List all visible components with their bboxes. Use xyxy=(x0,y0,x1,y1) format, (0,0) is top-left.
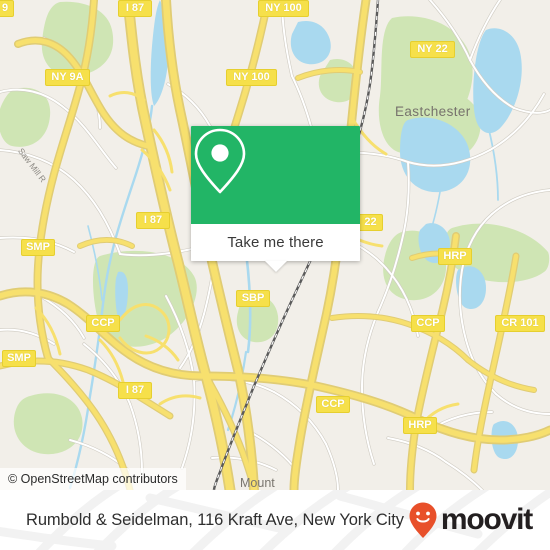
highway-shield: HRP xyxy=(438,248,472,265)
moovit-wordmark: moovit xyxy=(440,503,533,536)
shield-label: SMP xyxy=(7,352,31,364)
highway-shield: SMP xyxy=(21,239,55,256)
highway-shield: NY 22 xyxy=(410,41,455,58)
highway-shield: CCP xyxy=(86,315,120,332)
osm-attribution-text: © OpenStreetMap contributors xyxy=(8,472,178,486)
shield-label: NY 100 xyxy=(265,2,302,14)
highway-shield: I 87 xyxy=(118,0,152,17)
highway-shield: NY 100 xyxy=(258,0,309,17)
shield-label: CCP xyxy=(321,398,345,410)
highway-shield: NY 100 xyxy=(226,69,277,86)
shield-label: CCP xyxy=(416,317,440,329)
shield-label: NY 22 xyxy=(417,43,448,55)
highway-shield: I 87 xyxy=(136,212,170,229)
take-me-there-label: Take me there xyxy=(227,234,324,251)
highway-shield: CCP xyxy=(411,315,445,332)
shield-label: I 87 xyxy=(143,214,163,226)
location-popup-card[interactable]: Take me there xyxy=(191,126,360,272)
shield-label: NY 100 xyxy=(233,71,270,83)
shield-label: SBP xyxy=(241,292,265,304)
shield-label: 22 xyxy=(364,216,377,228)
map-canvas[interactable]: Eastchester Mount Saw Mill R 9 I 87 NY 1… xyxy=(0,0,550,490)
footer-title-text: Rumbold & Seidelman, 116 Kraft Ave, New … xyxy=(26,510,404,529)
take-me-there-button[interactable]: Take me there xyxy=(191,224,360,261)
shield-label: I 87 xyxy=(125,384,145,396)
highway-shield: 22 xyxy=(358,214,383,231)
highway-shield: HRP xyxy=(403,417,437,434)
shield-label: HRP xyxy=(408,419,432,431)
shield-label: 9 xyxy=(1,2,9,14)
popup-tail xyxy=(264,261,287,272)
highway-shield: SMP xyxy=(2,350,36,367)
shield-label: I 87 xyxy=(125,2,145,14)
highway-shield: I 87 xyxy=(118,382,152,399)
moovit-pin-smiley-icon xyxy=(408,501,438,539)
page-title: Rumbold & Seidelman, 116 Kraft Ave, New … xyxy=(26,490,404,550)
highway-shield: 9 xyxy=(0,0,14,17)
shield-label: CCP xyxy=(91,317,115,329)
osm-attribution[interactable]: © OpenStreetMap contributors xyxy=(0,468,186,490)
highway-shield: NY 9A xyxy=(45,69,90,86)
shield-label: NY 9A xyxy=(51,71,84,83)
shield-label: SMP xyxy=(26,241,50,253)
moovit-brand[interactable]: moovit xyxy=(408,490,533,550)
shield-label: CR 101 xyxy=(501,317,539,329)
footer-bar: Rumbold & Seidelman, 116 Kraft Ave, New … xyxy=(0,490,550,550)
popup-header xyxy=(191,126,360,224)
highway-shield: CCP xyxy=(316,396,350,413)
moovit-map-screenshot: Eastchester Mount Saw Mill R 9 I 87 NY 1… xyxy=(0,0,550,550)
shield-label: HRP xyxy=(443,250,467,262)
highway-shield: CR 101 xyxy=(495,315,545,332)
highway-shield: SBP xyxy=(236,290,270,307)
